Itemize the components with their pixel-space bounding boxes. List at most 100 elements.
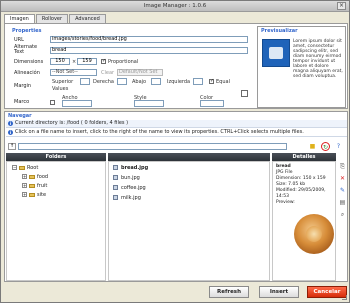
details-pane: bread JPG File Dimension: 150 x 159 Size… <box>272 161 336 281</box>
width-input[interactable]: 150 <box>50 58 70 65</box>
margin-left-input[interactable] <box>193 78 203 85</box>
hint-bar: i Click on a file name to insert, click … <box>6 129 347 137</box>
tree-label: site <box>37 192 47 198</box>
image-file-icon <box>113 165 118 170</box>
tab-bar: Imagen Rollover Advanced <box>4 14 107 24</box>
title-bar[interactable]: Image Manager : 1.0.6 × <box>1 1 349 12</box>
rename-icon[interactable]: ✎ <box>338 187 347 195</box>
tab-advanced[interactable]: Advanced <box>69 14 106 23</box>
cancel-button[interactable]: Cancelar <box>307 286 347 298</box>
expand-icon[interactable]: + <box>22 183 27 188</box>
resize-grip-icon[interactable] <box>342 295 347 300</box>
height-input[interactable]: 159 <box>77 58 97 65</box>
file-details: bread JPG File Dimension: 150 x 159 Size… <box>276 164 335 206</box>
current-directory-bar: i Current directory is: /food ( 0 folder… <box>6 120 347 128</box>
dimensions-label: Dimensions <box>14 59 44 65</box>
preview-thumbnail <box>262 39 290 67</box>
border-color-input[interactable] <box>200 100 224 107</box>
path-input[interactable] <box>18 143 287 150</box>
margin-top-input[interactable] <box>80 78 90 85</box>
margin-izquierda-label: Izquierda <box>167 79 191 85</box>
margin-abajo-label: Abajo <box>132 79 147 85</box>
alt-text-input[interactable]: bread <box>50 47 248 54</box>
file-name[interactable]: milk.jpg <box>121 195 141 201</box>
close-icon[interactable]: × <box>337 2 346 10</box>
alignment-label: Alineación <box>14 70 40 76</box>
details-header: Detalles <box>272 153 336 161</box>
file-item-bun[interactable]: bun.jpg <box>113 175 140 181</box>
border-width-select[interactable] <box>62 100 92 107</box>
equal-values-label-line2: Values <box>52 86 69 92</box>
equal-values-checkbox[interactable] <box>209 78 214 84</box>
image-manager-window: Image Manager : 1.0.6 × Imagen Rollover … <box>0 0 350 303</box>
properties-box: Properties URL images/stories/food/bread… <box>8 26 252 108</box>
expand-icon[interactable]: + <box>22 174 27 179</box>
preview-text: Lorem ipsum dolor sit amet, consectetur … <box>293 39 343 79</box>
collapse-icon[interactable]: − <box>12 165 17 170</box>
image-file-icon <box>113 185 118 190</box>
tree-label: food <box>37 174 49 180</box>
proportional-label: Proportional <box>108 59 139 65</box>
dimensions-x: × <box>72 59 77 65</box>
browser-title: Navegar <box>8 113 32 119</box>
folder-icon <box>29 192 35 197</box>
hint-text: Click on a file name to insert, click to… <box>15 129 304 135</box>
tab-rollover[interactable]: Rollover <box>35 14 69 23</box>
tree-item-root[interactable]: − Root <box>12 165 39 171</box>
file-name[interactable]: bread.jpg <box>121 165 148 171</box>
file-name[interactable]: coffee.jpg <box>121 185 146 191</box>
url-label: URL <box>14 37 24 43</box>
expand-icon[interactable]: + <box>22 192 27 197</box>
alignment-select[interactable]: --Not Set-- <box>50 69 97 76</box>
margin-derecha-label: Derecha <box>93 79 114 85</box>
info-icon: i <box>8 121 13 126</box>
equal-values-label-line1: Equal <box>216 79 230 85</box>
insert-button[interactable]: Insert <box>259 286 299 298</box>
tree-label: Root <box>27 165 39 171</box>
detail-modified: Modified: 29/05/2009, 14:53 <box>276 188 326 199</box>
detail-preview-image <box>294 214 334 254</box>
properties-panel: Properties URL images/stories/food/bread… <box>4 23 348 109</box>
tree-item-site[interactable]: + site <box>22 192 47 198</box>
margin-bottom-input[interactable] <box>151 78 161 85</box>
files-list: bread.jpg bun.jpg coffee.jpg milk.jpg <box>108 161 270 281</box>
folder-icon <box>29 174 35 179</box>
up-icon[interactable]: ↑ <box>8 143 16 150</box>
zoom-icon[interactable]: ⌕ <box>338 211 347 219</box>
border-style-select[interactable] <box>134 100 164 107</box>
paste-icon[interactable]: ▤ <box>338 199 347 207</box>
file-item-bread[interactable]: bread.jpg <box>113 165 148 171</box>
image-file-icon <box>113 195 118 200</box>
help-icon[interactable]: ? <box>334 142 343 151</box>
folder-icon <box>29 183 35 188</box>
border-label: Marco <box>14 99 30 105</box>
folders-tree: − Root + food + fruit + site <box>6 161 106 281</box>
color-picker-swatch[interactable] <box>241 90 248 97</box>
url-input[interactable]: images/stories/food/bread.jpg <box>50 36 248 43</box>
alt-label: Alternate Text <box>14 45 37 55</box>
new-folder-icon[interactable]: ■ <box>308 142 317 151</box>
properties-title: Properties <box>12 28 42 34</box>
folder-icon <box>19 165 25 170</box>
files-header <box>108 153 270 161</box>
tree-item-fruit[interactable]: + fruit <box>22 183 48 189</box>
delete-icon[interactable]: ✕ <box>338 175 347 183</box>
path-toolbar: ↑ ■ ↻ ? <box>6 142 347 151</box>
folders-header: Folders <box>6 153 106 161</box>
browser-panel: Navegar i Current directory is: /food ( … <box>4 111 348 282</box>
clear-select[interactable]: Default/Not Set <box>117 69 163 76</box>
tree-label: fruit <box>37 183 48 189</box>
file-item-coffee[interactable]: coffee.jpg <box>113 185 146 191</box>
clear-label: Clear <box>101 70 115 76</box>
file-name[interactable]: bun.jpg <box>121 175 140 181</box>
copy-icon[interactable]: ⎘ <box>338 163 347 171</box>
file-item-milk[interactable]: milk.jpg <box>113 195 141 201</box>
border-checkbox[interactable] <box>50 100 55 105</box>
proportional-checkbox[interactable] <box>101 58 106 64</box>
margin-right-input[interactable] <box>117 78 127 85</box>
refresh-icon[interactable]: ↻ <box>321 142 330 151</box>
info-icon: i <box>8 130 13 135</box>
tree-item-food[interactable]: + food <box>22 174 49 180</box>
margin-label: Margin <box>14 83 32 89</box>
refresh-button[interactable]: Refresh <box>209 286 249 298</box>
